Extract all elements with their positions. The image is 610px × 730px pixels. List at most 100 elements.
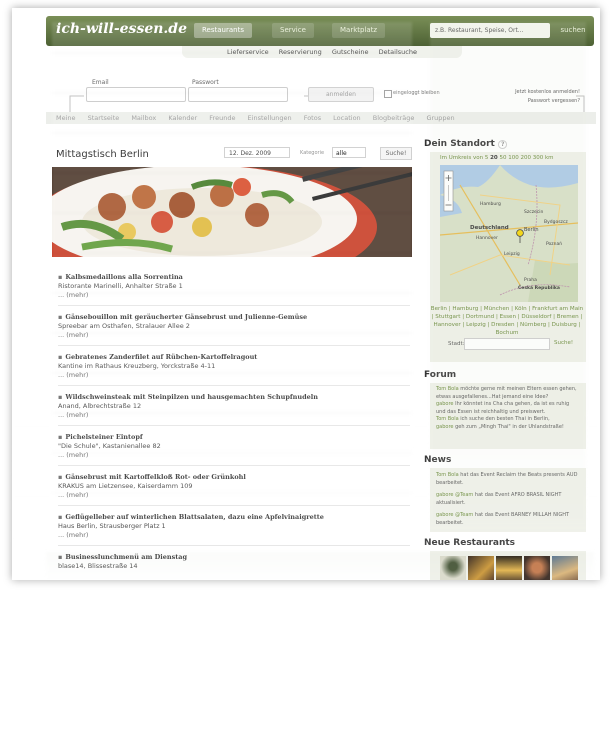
forum-text: Ihr könntet ins Cha cha gehen, da ist es…: [436, 401, 570, 415]
list-item: Kalbsmedaillons alla Sorrentina Ristoran…: [58, 273, 408, 300]
forum-user[interactable]: Tom Bola: [436, 386, 459, 392]
date-select[interactable]: 12. Dez. 2009: [224, 147, 290, 158]
category-select[interactable]: alle: [332, 147, 366, 158]
dish-place: Ristorante Marinelli, Anhalter Straße 1: [58, 282, 183, 290]
dish-title[interactable]: Gänsebrust mit Kartoffelkloß Rot- oder G…: [58, 473, 408, 482]
radius-unit: km: [544, 155, 554, 161]
forum-title: Forum: [424, 370, 457, 380]
news-title: News: [424, 455, 452, 465]
divider: [58, 425, 410, 426]
menu-kalender[interactable]: Kalender: [168, 114, 197, 122]
divider: [58, 385, 410, 386]
location-map[interactable]: Deutschland Berlin Hamburg Poznań Szczec…: [440, 165, 578, 302]
menu-einstellungen[interactable]: Einstellungen: [248, 114, 292, 122]
more-link[interactable]: ... (mehr): [58, 491, 408, 500]
site-logo[interactable]: ich-will-essen.de: [56, 21, 187, 37]
radius-200[interactable]: 200: [520, 155, 531, 161]
news-user[interactable]: Tom Bola: [436, 472, 459, 478]
more-link[interactable]: ... (mehr): [58, 291, 408, 300]
restaurant-thumbnail[interactable]: [496, 556, 522, 580]
menu-meine[interactable]: Meine: [56, 114, 76, 122]
city-input[interactable]: [464, 338, 550, 350]
screenshot-stage: ich-will-essen.de Restaurants Service Ma…: [0, 0, 610, 730]
help-icon[interactable]: ?: [497, 140, 508, 149]
forum-user[interactable]: Tom Bola: [436, 416, 459, 422]
radius-20[interactable]: 20: [490, 155, 498, 161]
food-hero-image: [52, 167, 412, 257]
register-links: Jetzt kostenlos anmelden! Passwort verge…: [490, 88, 580, 106]
dish-title[interactable]: Pichelsteiner Eintopf: [58, 433, 408, 442]
divider: [58, 345, 410, 346]
menu-location[interactable]: Location: [333, 114, 361, 122]
tab-marktplatz[interactable]: Marktplatz: [332, 23, 386, 38]
password-label: Passwort: [192, 79, 219, 86]
list-item: Wildschweinsteak mit Steinpilzen und hau…: [58, 393, 408, 420]
menu-freunde[interactable]: Freunde: [209, 114, 235, 122]
dish-title[interactable]: Businesslunchmenü am Dienstag: [58, 553, 408, 562]
dish-title[interactable]: Geflügelleber auf winterlichen Blattsala…: [58, 513, 408, 522]
subnav-lieferservice[interactable]: Lieferservice: [227, 48, 269, 56]
radius-100[interactable]: 100: [508, 155, 519, 161]
forum-post: Tom Bola möchte gerne mit meinen Eltern …: [430, 386, 584, 401]
dish-title[interactable]: Wildschweinsteak mit Steinpilzen und hau…: [58, 393, 408, 402]
divider: [58, 305, 410, 306]
more-link[interactable]: ... (mehr): [58, 531, 408, 540]
restaurant-thumbnail[interactable]: [468, 556, 494, 580]
news-items: Tom Bola hat das Event Reclaim the Beats…: [430, 472, 584, 528]
list-item: Gänsebouillon mit geräucherter Gänsebrus…: [58, 313, 408, 340]
menu-mailbox[interactable]: Mailbox: [131, 114, 156, 122]
remember-checkbox[interactable]: [384, 90, 392, 98]
map-label-leipzig: Leipzig: [504, 251, 520, 257]
email-field[interactable]: [86, 87, 186, 102]
city-links[interactable]: Berlin | Hamburg | München | Köln | Fran…: [430, 305, 584, 337]
forum-user[interactable]: gabore: [436, 401, 454, 407]
menu-blogbeitraege[interactable]: Blogbeiträge: [373, 114, 415, 122]
map-label-hamburg: Hamburg: [480, 201, 501, 207]
news-item: gabore @Team hat das Event BARNEY MILLAH…: [430, 512, 584, 527]
menu-startseite[interactable]: Startseite: [88, 114, 120, 122]
forum-user[interactable]: gabore: [436, 424, 454, 430]
search-button[interactable]: suchen: [556, 23, 590, 38]
more-link[interactable]: ... (mehr): [58, 451, 408, 460]
forum-text: geh zum „Mingh Thai" in der Uhlandstraße…: [455, 423, 564, 430]
register-link[interactable]: Jetzt kostenlos anmelden!: [490, 88, 580, 97]
map-label-bydgoszcz: Bydgoszcz: [544, 219, 568, 225]
divider: [58, 465, 410, 466]
radius-300[interactable]: 300: [533, 155, 544, 161]
forgot-password-link[interactable]: Passwort vergessen?: [490, 97, 580, 106]
search-input[interactable]: z.B. Restaurant, Speise, Ort...: [430, 23, 550, 38]
login-button[interactable]: anmelden: [308, 87, 374, 102]
tab-service[interactable]: Service: [272, 23, 314, 38]
radius-50[interactable]: 50: [499, 155, 506, 161]
restaurant-thumbnail[interactable]: [524, 556, 550, 580]
standort-heading: Dein Standort ?: [424, 139, 508, 149]
menu-fotos[interactable]: Fotos: [304, 114, 321, 122]
map-label-berlin: Berlin: [524, 227, 539, 233]
more-link[interactable]: ... (mehr): [58, 411, 408, 420]
subnav-detailsuche[interactable]: Detailsuche: [379, 48, 417, 56]
menu-gruppen[interactable]: Gruppen: [426, 114, 454, 122]
subnav-gutscheine[interactable]: Gutscheine: [332, 48, 369, 56]
radius-5[interactable]: 5: [485, 155, 489, 161]
news-user[interactable]: gabore @Team: [436, 512, 473, 518]
map-label-szczecin: Szczecin: [524, 209, 544, 215]
dish-place: Kantine im Rathaus Kreuzberg, Yorckstraß…: [58, 362, 216, 370]
tab-restaurants[interactable]: Restaurants: [194, 23, 252, 38]
dish-place: Anand, Albrechtstraße 12: [58, 402, 142, 410]
more-link[interactable]: ... (mehr): [58, 331, 408, 340]
restaurant-thumbnail[interactable]: [552, 556, 578, 580]
dish-place: Spreebar am Osthafen, Stralauer Allee 2: [58, 322, 190, 330]
forum-post: Tom Bola ich suche den besten Thai in Be…: [430, 416, 584, 424]
main-search-button[interactable]: Suche!: [380, 147, 412, 160]
dish-title[interactable]: Gebratenes Zanderfilet auf Rübchen-Karto…: [58, 353, 408, 362]
dish-title[interactable]: Kalbsmedaillons alla Sorrentina: [58, 273, 408, 282]
dish-title[interactable]: Gänsebouillon mit geräucherter Gänsebrus…: [58, 313, 408, 322]
top-navigation-bar: ich-will-essen.de Restaurants Service Ma…: [46, 16, 594, 46]
map-label-praha: Praha: [524, 277, 537, 283]
city-search-button[interactable]: Suche!: [554, 340, 573, 346]
subnav-reservierung[interactable]: Reservierung: [279, 48, 322, 56]
news-user[interactable]: gabore @Team: [436, 492, 473, 498]
password-field[interactable]: [188, 87, 288, 102]
more-link[interactable]: ... (mehr): [58, 371, 408, 380]
restaurant-thumbnail[interactable]: [440, 556, 466, 580]
